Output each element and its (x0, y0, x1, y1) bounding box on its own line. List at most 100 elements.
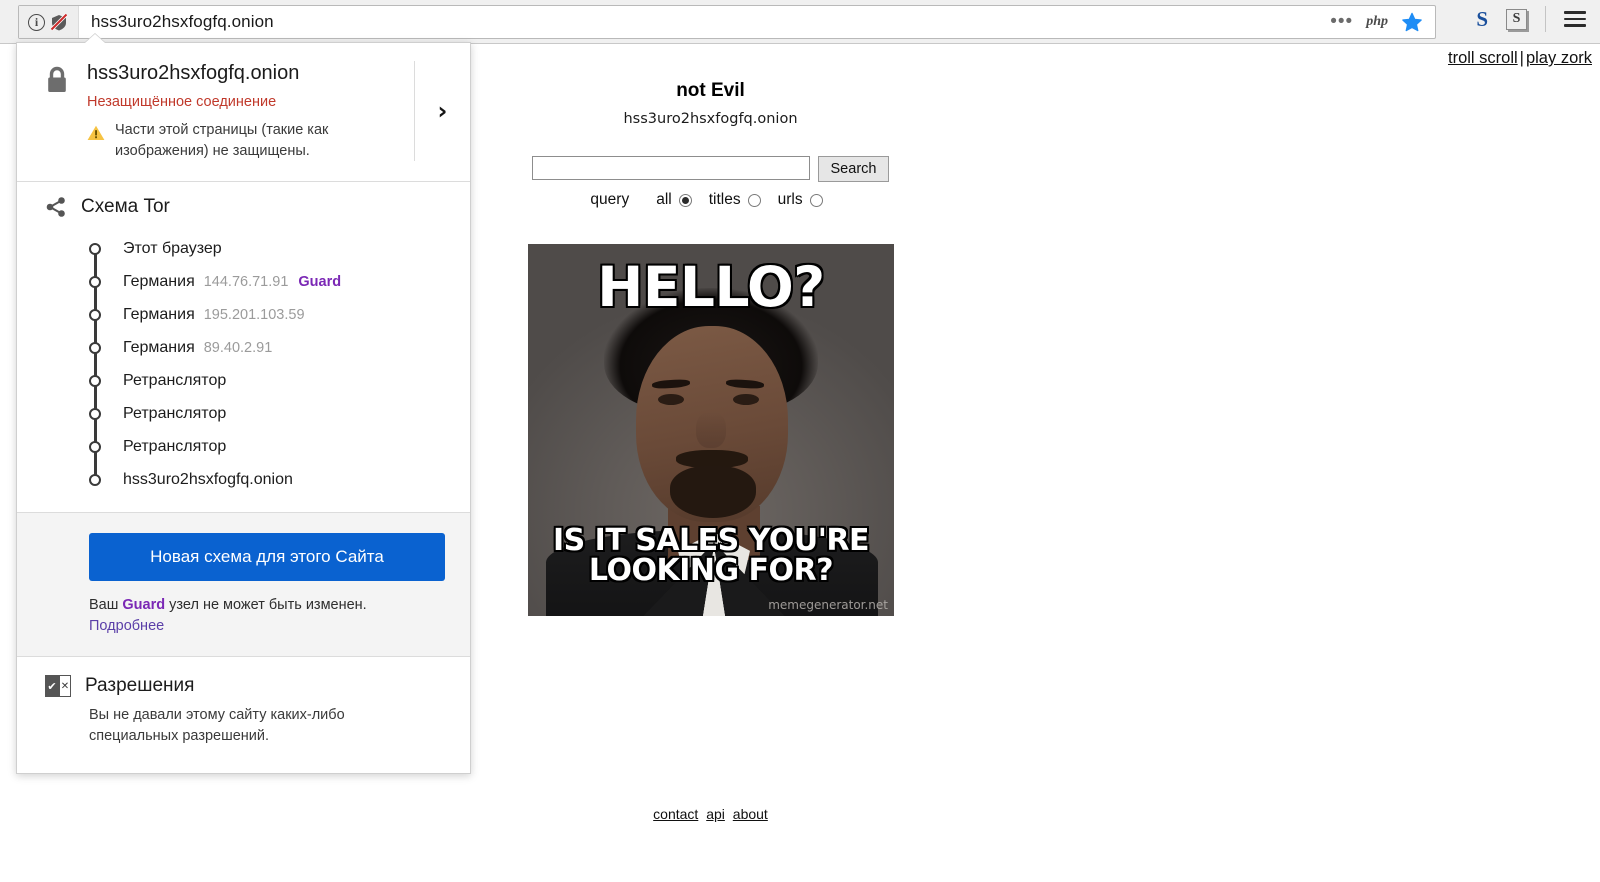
circuit-node: Германия 144.76.71.91 Guard (17, 265, 470, 298)
meme-watermark: memegenerator.net (768, 598, 888, 612)
top-links-separator: | (1519, 49, 1524, 67)
warning-triangle-icon (87, 125, 105, 140)
extension-s-blue-icon[interactable]: S (1476, 7, 1488, 32)
circuit-node: hss3uro2hsxfogfq.onion (17, 463, 470, 496)
tor-circuit-header: Схема Tor (17, 196, 470, 218)
site-hostname: hss3uro2hsxfogfq.onion (87, 62, 300, 84)
tor-circuit-title: Схема Tor (81, 196, 170, 218)
search-button[interactable]: Search (817, 156, 890, 182)
scope-option-all[interactable]: all (656, 191, 692, 209)
footer-links: contact api about (0, 806, 1421, 822)
identity-header: hss3uro2hsxfogfq.onion Незащищённое соед… (17, 43, 470, 183)
chrome-extension-icons: S S (1476, 6, 1586, 32)
radio-urls[interactable] (809, 193, 823, 207)
panel-arrow (85, 34, 105, 43)
permissions-section: ✔ ✕ Разрешения Вы не давали этому сайту … (17, 656, 470, 773)
circuit-node-label: Германия (123, 305, 195, 323)
circuit-node-label: hss3uro2hsxfogfq.onion (123, 470, 293, 488)
new-circuit-button[interactable]: Новая схема для этого Сайта (89, 533, 445, 582)
x-mark-icon: ✕ (59, 675, 71, 698)
query-label: query (590, 191, 630, 208)
guard-note-keyword: Guard (122, 597, 166, 614)
ellipsis-icon[interactable]: ••• (1330, 12, 1353, 31)
info-circle-icon[interactable]: i (28, 13, 45, 31)
meme-image: HELLO? IS IT SALES YOU'RE LOOKING FOR? m… (528, 244, 894, 616)
extension-s-badge-icon[interactable]: S (1506, 8, 1527, 30)
guard-note: Ваш Guard узел не может быть изменен. (89, 597, 470, 613)
circuit-node-label: Этот браузер (123, 239, 222, 257)
circuit-node-label: Ретранслятор (123, 404, 227, 422)
circuit-node-dot-icon (89, 374, 101, 387)
guard-note-prefix: Ваш (89, 597, 123, 614)
search-input[interactable] (531, 156, 810, 180)
circuit-node: Германия 195.201.103.59 (17, 298, 470, 331)
toolbar-divider (1545, 6, 1546, 32)
radio-titles[interactable] (747, 193, 761, 207)
identity-button[interactable]: i (19, 6, 79, 38)
scope-label-all: all (656, 191, 672, 208)
troll-scroll-link[interactable]: troll scroll (1448, 49, 1518, 67)
identity-popup-panel: hss3uro2hsxfogfq.onion Незащищённое соед… (16, 34, 471, 775)
circuit-node-ip: 195.201.103.59 (203, 306, 305, 323)
circuit-node-dot-icon (89, 242, 101, 255)
url-text[interactable]: hss3uro2hsxfogfq.onion (79, 12, 1330, 32)
hamburger-menu-icon[interactable] (1564, 11, 1586, 27)
guard-note-suffix: узел не может быть изменен. (165, 597, 367, 614)
play-zork-link[interactable]: play zork (1526, 49, 1592, 67)
scope-label-urls: urls (777, 191, 803, 208)
circuit-node: Ретранслятор (17, 364, 470, 397)
circuit-node-dot-icon (89, 473, 101, 486)
meme-eye-right (733, 394, 759, 405)
star-icon[interactable] (1401, 11, 1423, 33)
circuit-node: Ретранслятор (17, 430, 470, 463)
permissions-checkbox-icon: ✔ ✕ (45, 675, 71, 698)
circuit-node-dot-icon (89, 407, 101, 420)
scope-option-titles[interactable]: titles (709, 191, 761, 209)
permissions-description: Вы не давали этому сайту каких-либо спец… (89, 707, 345, 745)
urlbar-icons: ••• php (1330, 11, 1435, 33)
circuit-node-dot-icon (89, 308, 101, 321)
circuit-node-ip: 144.76.71.91 (203, 273, 289, 290)
circuit-node-role: Guard (298, 273, 342, 290)
top-links: troll scroll | play zork (1448, 49, 1592, 68)
php-icon[interactable]: php (1366, 14, 1388, 30)
footer-link-about[interactable]: about (733, 806, 768, 822)
meme-eye-left (658, 394, 684, 405)
circuit-node-dot-icon (89, 341, 101, 354)
permissions-header: ✔ ✕ Разрешения (17, 675, 470, 698)
circuit-node-dot-icon (89, 440, 101, 453)
expand-identity-chevron-icon[interactable]: › (414, 61, 470, 162)
radio-all[interactable] (678, 193, 692, 207)
circuit-node: Ретранслятор (17, 397, 470, 430)
new-circuit-block: Новая схема для этого Сайта Ваш Guard уз… (17, 512, 470, 657)
meme-nose (696, 412, 726, 448)
tor-circuit-section: Схема Tor Этот браузер Германия 144.76.71.… (17, 182, 470, 512)
scope-label-titles: titles (708, 191, 741, 208)
identity-body: hss3uro2hsxfogfq.onion Незащищённое соед… (87, 61, 414, 161)
circuit-node-label: Германия (123, 338, 195, 356)
lock-icon (48, 66, 66, 92)
circuit-node-dot-icon (89, 275, 101, 288)
circuit-node-ip: 89.40.2.91 (203, 339, 273, 356)
circuit-node: Этот браузер (17, 232, 470, 265)
meme-bottom-text: IS IT SALES YOU'RE LOOKING FOR? (552, 523, 870, 588)
broken-shield-icon[interactable] (49, 12, 69, 32)
check-mark-icon: ✔ (45, 675, 59, 698)
learn-more-link[interactable]: Подробнее (89, 618, 470, 634)
tor-circuit-node-list: Этот браузер Германия 144.76.71.91 Guard Гер… (17, 232, 470, 496)
footer-link-api[interactable]: api (706, 806, 725, 822)
scope-option-urls[interactable]: urls (778, 191, 823, 209)
browser-chrome: i hss3uro2hsxfogfq.onion ••• php S S (0, 0, 1600, 44)
permissions-title: Разрешения (85, 675, 195, 697)
share-network-icon (46, 197, 65, 217)
footer-link-contact[interactable]: contact (653, 806, 698, 822)
connection-status: Незащищённое соединение (87, 94, 277, 110)
circuit-node: Германия 89.40.2.91 (17, 331, 470, 364)
url-bar[interactable]: i hss3uro2hsxfogfq.onion ••• php (18, 5, 1436, 39)
meme-beard (670, 466, 756, 518)
meme-top-text: HELLO? (597, 255, 825, 319)
circuit-node-label: Ретранслятор (123, 371, 227, 389)
circuit-node-label: Германия (123, 272, 195, 290)
mixed-content-warning: Части этой страницы (такие как изображен… (115, 122, 329, 159)
circuit-node-label: Ретранслятор (123, 437, 227, 455)
